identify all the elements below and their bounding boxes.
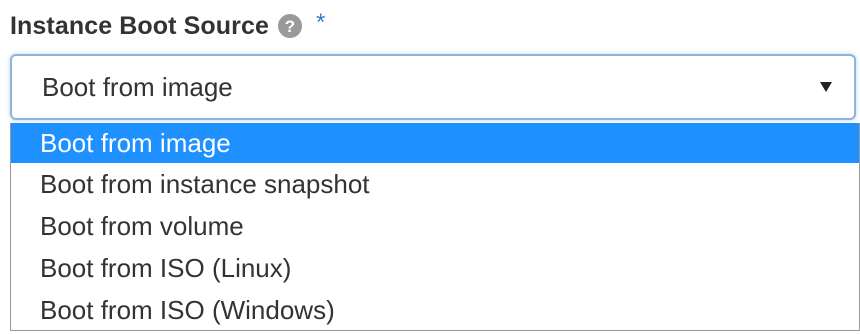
- select-current-value: Boot from image: [42, 71, 233, 102]
- boot-source-select[interactable]: Boot from image: [10, 54, 856, 120]
- caret-down-icon[interactable]: [820, 82, 832, 92]
- question-mark-glyph: ?: [285, 17, 295, 36]
- option-boot-from-iso-windows[interactable]: Boot from ISO (Windows): [11, 289, 859, 331]
- question-circle-icon[interactable]: ?: [278, 14, 302, 38]
- option-boot-from-volume[interactable]: Boot from volume: [11, 205, 859, 247]
- instance-boot-source-field: Instance Boot Source ? * Boot from image…: [0, 0, 860, 334]
- svg-text:?: ?: [285, 17, 295, 36]
- option-boot-from-instance-snapshot[interactable]: Boot from instance snapshot: [11, 163, 859, 205]
- option-boot-from-image[interactable]: Boot from image: [11, 123, 859, 163]
- option-boot-from-iso-linux[interactable]: Boot from ISO (Linux): [11, 247, 859, 289]
- field-label-row: Instance Boot Source ? *: [10, 9, 326, 42]
- required-marker: *: [316, 9, 326, 36]
- field-label: Instance Boot Source: [10, 11, 269, 40]
- boot-source-dropdown: Boot from image Boot from instance snaps…: [10, 123, 860, 331]
